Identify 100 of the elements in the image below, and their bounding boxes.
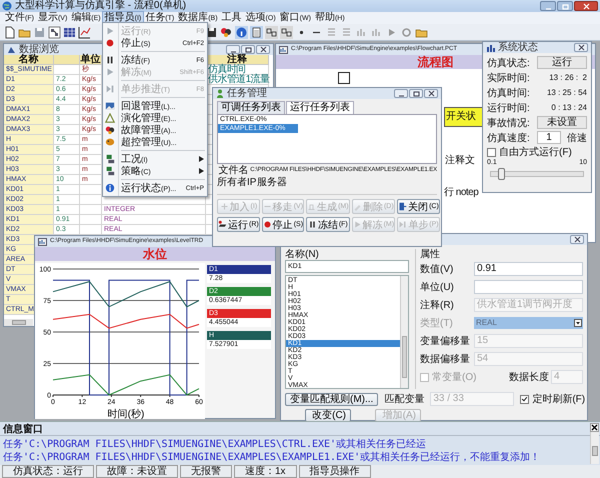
field-label: 数据偏移量 — [420, 353, 471, 366]
message-line: 任务'C:\PROGRAM FILES\HHDF\SIMUENGINE\EXAMPLES\CTRL.EXE'或其相关任务已经运 — [3, 438, 428, 451]
node-graph-icon[interactable] — [48, 26, 61, 38]
close-icon — [582, 2, 590, 10]
panel-title: 信息窗口 — [3, 422, 43, 436]
window-title: 系统状态 — [498, 42, 538, 53]
table-cell — [80, 215, 102, 225]
minimize-button[interactable] — [226, 45, 240, 54]
pause-icon — [105, 55, 115, 65]
restore-button[interactable] — [241, 45, 255, 54]
group-label: 属性 — [420, 249, 440, 260]
vertical-scrollbar[interactable] — [400, 276, 408, 388]
slider-thumb[interactable] — [498, 168, 506, 180]
field-label: 变量偏移量 — [420, 334, 471, 348]
dot-icon — [105, 38, 115, 48]
chart-heading: 流程图 — [418, 55, 454, 69]
table-cell — [54, 65, 80, 75]
status-label: 实际时间: — [487, 72, 531, 84]
splash-icon — [105, 125, 115, 135]
play-icon — [105, 67, 115, 77]
minimize-button[interactable] — [394, 89, 408, 98]
dropdown-arrow-icon — [574, 319, 582, 327]
computer-icon — [105, 166, 115, 176]
close-icon — [572, 236, 582, 243]
tab[interactable]: 可调任务列表 — [217, 101, 285, 114]
column-header[interactable]: 名称 — [4, 55, 54, 65]
status-value: 运行 — [537, 56, 587, 69]
status-label: 仿真时间: — [487, 86, 531, 100]
close-button[interactable] — [574, 43, 588, 52]
checkbox-label: 自由方式运行(F) — [499, 146, 572, 159]
chart-icon[interactable] — [78, 26, 91, 38]
info-icon[interactable] — [235, 26, 248, 38]
checkbox[interactable] — [487, 148, 496, 156]
exit-icon — [398, 202, 408, 211]
status-value: 未设置 — [537, 116, 587, 129]
close-button[interactable] — [574, 1, 598, 11]
splash-icon[interactable] — [220, 26, 233, 38]
speed-unit: 倍速 — [567, 132, 587, 144]
run-icon — [218, 220, 227, 229]
status-label: 仿真速度: — [487, 132, 531, 144]
status-bar-field: 无报警 — [180, 465, 232, 478]
restore-icon — [244, 46, 252, 53]
chart-icon — [279, 46, 288, 54]
column-header[interactable]: 单位 — [80, 55, 102, 65]
globe-icon — [2, 1, 12, 11]
person-icon — [216, 89, 224, 98]
monitor-icon[interactable] — [265, 26, 278, 38]
time-value: 0 : 13 : 24 — [550, 103, 587, 112]
restore-button[interactable] — [409, 89, 423, 98]
vertical-scrollbar[interactable] — [590, 432, 599, 464]
dot-icon — [262, 220, 272, 229]
checkbox-label: 常变量(O) — [432, 370, 476, 384]
close-icon — [576, 44, 586, 51]
pencil-icon — [352, 202, 362, 211]
step-icon — [105, 84, 115, 94]
minimize-button[interactable] — [540, 1, 556, 11]
input-field[interactable]: 0.91 — [474, 262, 583, 276]
close-icon — [426, 90, 436, 97]
change-button[interactable]: 改变(C) — [305, 409, 351, 422]
window-title: 任务管理 — [227, 88, 267, 99]
close-icon — [258, 46, 268, 53]
close-button[interactable] — [590, 423, 599, 432]
checkbox-label: 定时刷新(F) — [532, 392, 586, 406]
landscape-icon — [105, 101, 115, 111]
column-header[interactable]: 注释 — [206, 55, 269, 65]
restore-button[interactable] — [557, 1, 573, 11]
status-bar-field: 仿真状态：运行 — [2, 465, 94, 478]
monitor-icon[interactable] — [280, 26, 293, 38]
step-icon — [398, 220, 408, 229]
horizontal-scrollbar[interactable] — [4, 319, 33, 326]
speed-field[interactable]: 1 — [537, 131, 561, 144]
field-label: 匹配变量 — [384, 392, 424, 406]
close-button[interactable] — [424, 89, 438, 98]
owner-value: 服务器 — [257, 176, 287, 189]
field-label: 所有者IP — [217, 176, 255, 189]
table-cell — [80, 195, 102, 205]
node-box[interactable] — [338, 72, 350, 84]
checkbox[interactable] — [520, 394, 530, 404]
menu-item[interactable]: 工具 — [220, 12, 244, 24]
pause-icon — [308, 220, 317, 229]
window-title: 数据浏览 — [19, 44, 59, 55]
match-rule-button[interactable]: 变量匹配规则(M)... — [285, 392, 378, 406]
axis-title: 时间(秒) — [108, 409, 144, 419]
field-label: 名称(N) — [285, 249, 319, 260]
close-button[interactable] — [570, 235, 584, 244]
field-label: 类型(T) — [420, 316, 454, 330]
message-line: 任务'C:\PROGRAM FILES\HHDF\SIMUENGINE\EXAMPLES\EXAMPLE1.EXE'或其相关任务已经运行，不能重复添加！ — [3, 451, 542, 464]
tab[interactable]: 运行任务列表 — [286, 101, 354, 114]
blob-icon — [105, 137, 115, 147]
field-label: 数值(V) — [420, 263, 454, 276]
status-bar-field: 指导员操作 — [298, 465, 371, 478]
list-icon[interactable] — [250, 26, 263, 38]
close-button[interactable] — [256, 45, 270, 54]
chart-icon — [38, 238, 47, 246]
status-bar-field: 速度：1x — [234, 465, 297, 478]
chart-heading: 水位 — [143, 247, 167, 261]
status-bar-field: 故障：未设置 — [96, 465, 178, 478]
input-field[interactable] — [474, 280, 583, 294]
info-icon — [105, 183, 115, 193]
field-label: 注释(R) — [420, 298, 455, 312]
